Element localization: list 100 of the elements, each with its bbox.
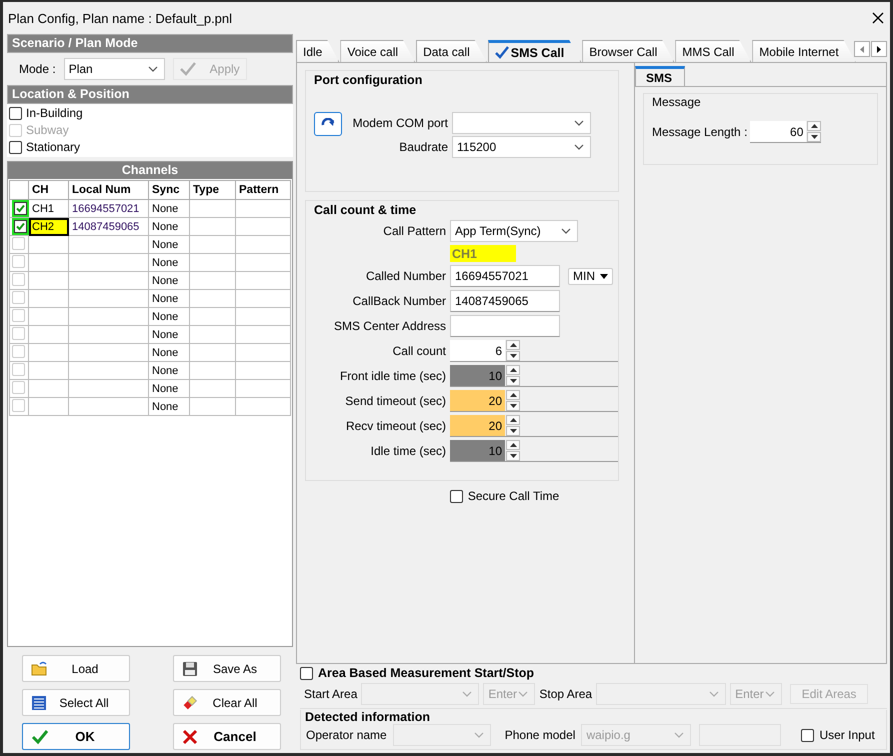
checkmark-icon (180, 62, 196, 76)
column-header (10, 180, 28, 200)
tab[interactable]: Voice call (340, 40, 416, 62)
table-cell: None (148, 380, 190, 398)
called-number-field[interactable]: 16694557021 (450, 265, 560, 287)
cancel-button[interactable]: Cancel (173, 723, 281, 750)
tab[interactable]: MMS Call (675, 40, 752, 62)
tab[interactable]: Mobile Internet (752, 40, 856, 62)
tab[interactable]: Idle (296, 40, 340, 62)
number-spinner[interactable]: 20 (450, 415, 618, 437)
window-title: Plan Config, Plan name : Default_p.pnl (8, 10, 232, 26)
checkbox[interactable] (9, 106, 22, 120)
checkbox[interactable] (9, 140, 22, 154)
call-pattern-dropdown[interactable]: App Term(Sync) (450, 220, 578, 242)
load-button[interactable]: Load (22, 655, 130, 682)
column-header: Local Num (68, 180, 148, 200)
field-label: CallBack Number (352, 294, 446, 308)
clear-button[interactable]: Clear All (173, 689, 281, 716)
channels-title: Channels (8, 162, 292, 179)
checkbox-label: Stationary (26, 140, 80, 154)
field-label: Start Area (304, 687, 358, 701)
ok-button[interactable]: OK (22, 723, 130, 750)
spinner-value: 60 (750, 121, 806, 142)
callback-number-field[interactable]: 14087459065 (450, 290, 560, 312)
mode-label: Mode : (19, 62, 56, 76)
table-cell: None (148, 254, 190, 272)
eraser-icon (182, 694, 198, 710)
checkmark-icon (15, 221, 26, 232)
section-header: Location & Position (7, 85, 293, 104)
checkbox-label: User Input (819, 728, 875, 742)
scroll-right-icon[interactable] (871, 41, 887, 57)
baudrate-dropdown[interactable]: 115200 (452, 136, 591, 158)
channel-tag: CH1 (450, 245, 516, 262)
number-spinner[interactable]: 10 (450, 365, 618, 387)
spinner-value: 6 (450, 340, 505, 361)
checkbox[interactable] (450, 490, 463, 502)
close-icon[interactable] (872, 12, 884, 24)
spinner-value: 10 (450, 365, 505, 386)
select-button[interactable]: Select All (22, 689, 130, 716)
spinner-value: 10 (450, 440, 505, 461)
spinner-value: 20 (450, 415, 505, 436)
group-title: Detected information (304, 710, 432, 724)
checkbox-label: Subway (26, 123, 69, 137)
column-header: Sync (148, 180, 190, 200)
save-button[interactable]: Save As (173, 655, 281, 682)
dropdown-arrow-icon (600, 274, 608, 278)
number-type-dropdown[interactable]: MIN (568, 268, 613, 284)
field-label: Message Length : (652, 125, 748, 139)
tab[interactable]: Data call (416, 40, 487, 62)
table-cell: 16694557021 (68, 200, 148, 218)
table-cell: None (148, 272, 190, 290)
field-label: Operator name (306, 728, 387, 742)
checkbox-label: In-Building (26, 106, 83, 120)
table-cell: None (148, 200, 190, 218)
checkbox[interactable] (801, 728, 814, 742)
checkmark-icon (15, 203, 26, 214)
spinner-value: 20 (450, 390, 505, 411)
field-label: Call count (392, 344, 446, 358)
start-area-dropdown[interactable] (361, 683, 480, 705)
section-header: Scenario / Plan Mode (7, 34, 293, 53)
field-label: Send timeout (sec) (344, 394, 446, 408)
group-title: Call count & time (313, 202, 418, 217)
table-cell: None (148, 344, 190, 362)
field-label: SMS Center Address (332, 319, 446, 333)
sms-center-field[interactable] (450, 315, 560, 337)
table-cell: None (148, 362, 190, 380)
table-cell: None (148, 290, 190, 308)
table-cell: 14087459065 (68, 218, 148, 236)
field-label: Front idle time (sec) (338, 369, 446, 383)
table-cell: None (148, 218, 190, 236)
tab[interactable]: SMS (635, 66, 685, 86)
column-header: Pattern (236, 180, 290, 200)
checkbox-label: Area Based Measurement Start/Stop (318, 666, 534, 680)
number-spinner[interactable]: 20 (450, 390, 618, 412)
close-icon (182, 728, 198, 744)
field-label: Modem COM port (352, 116, 448, 130)
table-cell: None (148, 236, 190, 254)
column-header: CH (28, 180, 68, 200)
group-title: Port configuration (313, 72, 424, 87)
mode-dropdown[interactable]: Plan (64, 58, 165, 80)
folder-icon (31, 660, 49, 676)
checkmark-icon (494, 46, 509, 59)
tab[interactable]: SMS Call (488, 40, 582, 62)
tab[interactable]: Browser Call (582, 40, 674, 62)
table-cell: None (148, 398, 190, 416)
checkbox[interactable] (300, 666, 313, 680)
number-spinner[interactable]: 10 (450, 440, 618, 462)
field-label: Idle time (sec) (370, 444, 446, 458)
list-icon (31, 694, 47, 710)
field-label: Baudrate (398, 140, 448, 154)
table-cell: CH2 (28, 218, 68, 236)
refresh-button[interactable] (314, 112, 342, 136)
field-label: Stop Area (539, 687, 592, 701)
column-header: Type (190, 180, 236, 200)
number-spinner[interactable]: 6 (450, 340, 618, 362)
table-cell: None (148, 308, 190, 326)
checkmark-icon (31, 728, 49, 744)
number-spinner[interactable]: 60 (750, 121, 822, 143)
group-title: Message (652, 95, 702, 109)
field-label: Called Number (364, 269, 446, 283)
